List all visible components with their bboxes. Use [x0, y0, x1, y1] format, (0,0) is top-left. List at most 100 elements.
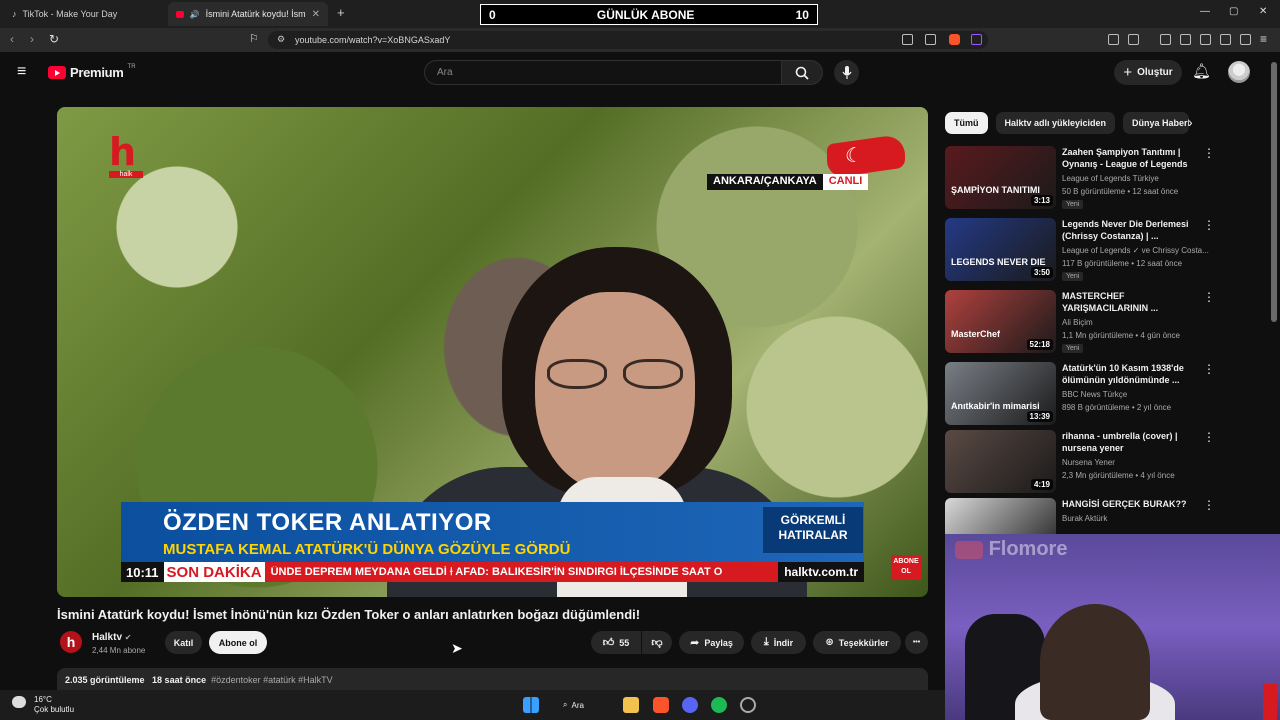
sidebar-icon[interactable]	[1180, 34, 1191, 45]
share-icon[interactable]	[925, 34, 936, 45]
related-video-meta: 2,3 Mn görüntüleme • 4 yıl önce	[1062, 471, 1175, 480]
windows-start-icon[interactable]	[523, 697, 539, 713]
extensions-icon[interactable]	[1108, 34, 1119, 45]
notifications-bell-icon[interactable]: 🔔︎	[1192, 62, 1211, 80]
subscribe-button[interactable]: Abone ol	[209, 631, 267, 654]
new-badge: Yeni	[1062, 344, 1084, 353]
voice-search-button[interactable]	[834, 60, 859, 85]
cast-icon[interactable]	[902, 34, 913, 45]
menu-icon[interactable]: ≡	[1260, 32, 1267, 46]
hamburger-menu-icon[interactable]: ≡	[17, 63, 26, 81]
video-thumbnail[interactable]: ŞAMPİYON TANITIMI 3:13	[945, 146, 1056, 209]
channel-name-row[interactable]: Halktv ✔	[92, 632, 132, 643]
youtube-logo-icon	[48, 66, 66, 79]
more-options-icon[interactable]: ⋮	[1203, 498, 1215, 512]
back-icon[interactable]: ‹	[10, 32, 14, 46]
related-video-channel[interactable]: Burak Aktürk	[1062, 514, 1107, 523]
screenshot-icon[interactable]	[1128, 34, 1139, 45]
file-explorer-icon[interactable]	[623, 697, 639, 713]
related-video-item[interactable]: ŞAMPİYON TANITIMI 3:13 Zaahen Şampiyon Tan…	[945, 146, 1265, 212]
thanks-button[interactable]: ⊛ Teşekkürler	[813, 631, 901, 654]
search-button[interactable]	[781, 60, 823, 85]
description-box[interactable]: 2.035 görüntüleme 18 saat önce #özdentok…	[57, 668, 928, 690]
location-text: ANKARA/ÇANKAYA	[707, 174, 823, 190]
discord-icon[interactable]	[682, 697, 698, 713]
side-box-label: GÖRKEMLİ HATIRALAR	[763, 507, 863, 553]
leo-ai-icon[interactable]	[1220, 34, 1231, 45]
related-video-title[interactable]: Zaahen Şampiyon Tanıtımı | Oynanış - Lea…	[1062, 146, 1202, 170]
share-button[interactable]: ➦ Paylaş	[679, 631, 744, 654]
youtube-premium-logo[interactable]: Premium TR	[48, 64, 136, 80]
brave-browser-icon[interactable]	[653, 697, 669, 713]
new-tab-button[interactable]: +	[337, 5, 345, 20]
more-options-icon[interactable]: ⋮	[1203, 218, 1215, 232]
new-badge: Yeni	[1062, 200, 1084, 209]
account-avatar[interactable]	[1228, 61, 1250, 83]
more-options-icon[interactable]: ⋮	[1203, 430, 1215, 444]
video-thumbnail[interactable]: 4:19	[945, 430, 1056, 493]
related-video-item[interactable]: MasterChef 52:18 MASTERCHEF YARIŞMACILARIN…	[945, 290, 1265, 356]
forward-icon[interactable]: ›	[30, 32, 34, 46]
address-bar[interactable]: ⚙ youtube.com/watch?v=XoBNGASxadY	[268, 31, 988, 49]
related-video-title[interactable]: HANGİSİ GERÇEK BURAK??	[1062, 498, 1202, 510]
related-video-channel[interactable]: League of Legends Türkiye	[1062, 174, 1159, 183]
more-options-icon[interactable]: ⋮	[1203, 362, 1215, 376]
minimize-button[interactable]: —	[1200, 6, 1210, 17]
related-video-channel[interactable]: Ali Biçim	[1062, 318, 1093, 327]
video-thumbnail[interactable]: LEGENDS NEVER DIE 3:50	[945, 218, 1056, 281]
brave-rewards-icon[interactable]	[971, 34, 982, 45]
close-tab-icon[interactable]: ✕	[312, 9, 320, 20]
download-button[interactable]: ⤓ İndir	[751, 631, 806, 654]
maximize-button[interactable]: ▢	[1229, 6, 1238, 17]
video-thumbnail[interactable]: MasterChef 52:18	[945, 290, 1056, 353]
chip-all[interactable]: Tümü	[945, 112, 988, 134]
reload-icon[interactable]: ↻	[49, 32, 59, 46]
weather-widget[interactable]: 16°C Çok bulutlu	[34, 695, 74, 715]
ticker-text: ÜNDE DEPREM MEYDANA GELDİ ⟊ AFAD: BALIKE…	[270, 565, 723, 578]
hashtags[interactable]: #özdentoker #atatürk #HalkTV	[211, 675, 333, 685]
tiktok-icon: ♪	[12, 9, 17, 19]
taskbar-search[interactable]: ⌕ Ara	[563, 697, 584, 713]
related-video-title[interactable]: MASTERCHEF YARIŞMACILARININ ...	[1062, 290, 1202, 314]
related-video-item[interactable]: LEGENDS NEVER DIE 3:50 Legends Never Die D…	[945, 218, 1265, 284]
logo-text: Premium	[70, 65, 124, 80]
related-video-channel[interactable]: Nursena Yener	[1062, 458, 1115, 467]
channel-avatar[interactable]: h	[60, 631, 82, 653]
chip-from-uploader[interactable]: Halktv adlı yükleyiciden	[995, 112, 1116, 134]
wallet-icon[interactable]	[1200, 34, 1211, 45]
thumbnail-text: ŞAMPİYON TANITIMI	[951, 185, 1040, 195]
related-video-title[interactable]: Atatürk'ün 10 Kasım 1938'de ölümünün yıl…	[1062, 362, 1202, 386]
chips-next-icon[interactable]: ›	[1188, 114, 1193, 130]
spotify-icon[interactable]	[711, 697, 727, 713]
create-label: Oluştur	[1137, 67, 1173, 78]
join-button[interactable]: Katıl	[165, 631, 202, 654]
media-icon[interactable]	[1160, 34, 1171, 45]
more-options-icon[interactable]: ⋮	[1203, 146, 1215, 160]
search-input[interactable]: Ara	[424, 60, 782, 85]
video-player[interactable]: h halk ANKARA/ÇANKAYA CANLI ÖZDEN TOKER …	[57, 107, 928, 597]
related-video-item[interactable]: Anıtkabir'in mimarisi 13:39 Atatürk'ün 10 …	[945, 362, 1265, 428]
chip-world-news[interactable]: Dünya Haberle	[1123, 112, 1190, 134]
brave-shield-icon[interactable]	[949, 34, 960, 45]
app-icon[interactable]	[740, 697, 756, 713]
related-video-channel[interactable]: BBC News Türkçe	[1062, 390, 1127, 399]
related-video-channel[interactable]: League of Legends ✓ ve Chrissy Costa...	[1062, 246, 1209, 255]
more-options-icon[interactable]: ⋮	[1203, 290, 1215, 304]
tab-youtube[interactable]: 🔊 İsmini Atatürk koydu! İsmet İnönü ✕	[168, 2, 328, 26]
close-window-button[interactable]: ✕	[1259, 6, 1267, 17]
tab-tiktok[interactable]: ♪ TikTok - Make Your Day	[4, 2, 166, 26]
video-thumbnail[interactable]: Anıtkabir'in mimarisi 13:39	[945, 362, 1056, 425]
page-scrollbar[interactable]	[1271, 62, 1277, 322]
ticker-time: 10:11	[121, 562, 164, 582]
dislike-button[interactable]: 👎︎	[642, 631, 672, 654]
create-button[interactable]: + Oluştur	[1114, 60, 1182, 85]
like-button[interactable]: 👍︎ 55	[591, 631, 641, 654]
related-video-item[interactable]: 4:19 rihanna - umbrella (cover) | nursena…	[945, 430, 1265, 496]
site-info-icon[interactable]: ⚙	[277, 34, 285, 45]
vpn-icon[interactable]	[1240, 34, 1251, 45]
related-video-title[interactable]: rihanna - umbrella (cover) | nursena yen…	[1062, 430, 1202, 454]
counter-label: GÜNLÜK ABONE	[596, 7, 695, 22]
related-video-title[interactable]: Legends Never Die Derlemesi (Chrissy Cos…	[1062, 218, 1202, 242]
bookmark-icon[interactable]: ⚐	[249, 32, 259, 45]
more-actions-button[interactable]: •••	[905, 631, 928, 654]
